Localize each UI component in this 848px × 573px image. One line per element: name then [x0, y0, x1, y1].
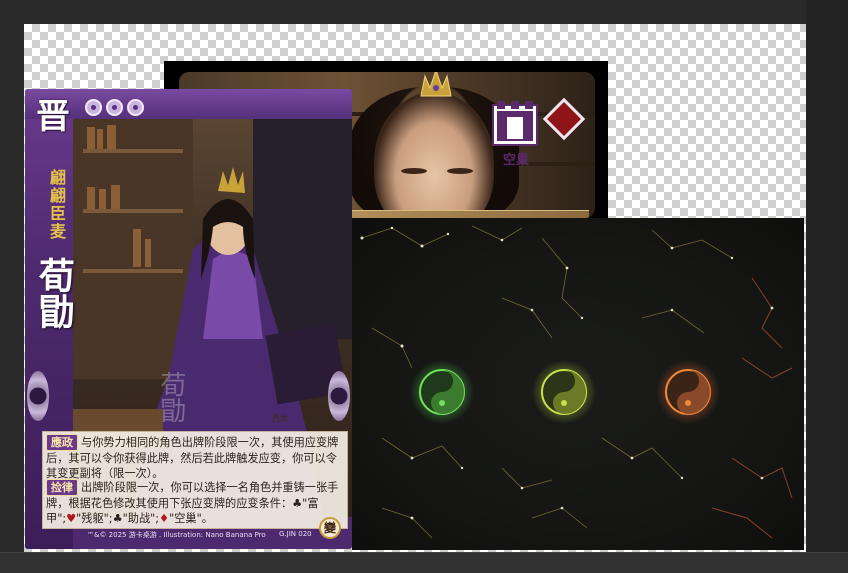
artist-tag: 西龙	[272, 414, 288, 423]
heart-suit-icon: ♥	[66, 512, 77, 525]
diamond-suit-icon	[542, 97, 586, 141]
green-yinyang-icon	[410, 360, 474, 424]
empty-nest-badge-icon	[492, 101, 538, 146]
card-code: G.JIN 020	[279, 530, 312, 538]
crown-icon	[420, 72, 452, 97]
right-ornament-icon	[328, 371, 350, 421]
character-name: 荀勖	[33, 257, 75, 329]
hp-yinyang-icon	[85, 99, 102, 116]
orange-yinyang-icon	[656, 360, 720, 424]
hp-row	[85, 99, 144, 116]
card-top-frame	[25, 89, 352, 119]
hp-yinyang-icon	[106, 99, 123, 116]
condition-3-label: "助战";	[122, 512, 160, 525]
kingdom-label: 晋	[36, 97, 70, 137]
character-title: 翩翩臣麦	[47, 169, 66, 241]
skill-1-text: 与你势力相同的角色出牌阶段限一次，其使用应变牌后，其可以令你获得此牌，然后若此牌…	[46, 436, 339, 480]
name-watermark: 荀勖	[156, 371, 186, 423]
skill-1: 應政 与你势力相同的角色出牌阶段限一次，其使用应变牌后，其可以令你获得此牌，然后若…	[46, 434, 341, 481]
variant-badge: 變	[319, 517, 341, 539]
empty-nest-label: 空巢	[502, 153, 529, 168]
skill-1-name: 應政	[46, 434, 78, 451]
card-footer: ™&© 2025 游卡桌游 . Illustration: Nano Banan…	[87, 531, 266, 539]
skill-box: 應政 与你势力相同的角色出牌阶段限一次，其使用应变牌后，其可以令你获得此牌，然后若…	[42, 431, 348, 529]
character-card[interactable]: 晋 翩翩臣麦 荀勖 荀勖 西龙 應政 与你势力相同的角色出牌阶段限一次，其使用应变…	[25, 89, 352, 549]
status-bar	[0, 552, 848, 573]
workspace-edge	[806, 0, 848, 572]
hp-yinyang-icon	[127, 99, 144, 116]
club-suit-icon: ♣	[112, 512, 123, 525]
skill-2: 捡律 出牌阶段限一次，你可以选择一名角色并重铸一张手牌，根据花色修改其使用下张应变…	[46, 479, 341, 526]
skill-2-name: 捡律	[46, 479, 78, 496]
condition-4-label: "空巢"。	[169, 512, 213, 525]
condition-2-label: "残躯";	[76, 512, 113, 525]
club-suit-icon: ♣	[292, 497, 303, 510]
left-ornament-icon	[27, 371, 49, 421]
constellation-panel[interactable]	[352, 218, 804, 550]
diamond-suit-icon: ♦	[159, 512, 170, 525]
yellowgreen-yinyang-icon	[532, 360, 596, 424]
